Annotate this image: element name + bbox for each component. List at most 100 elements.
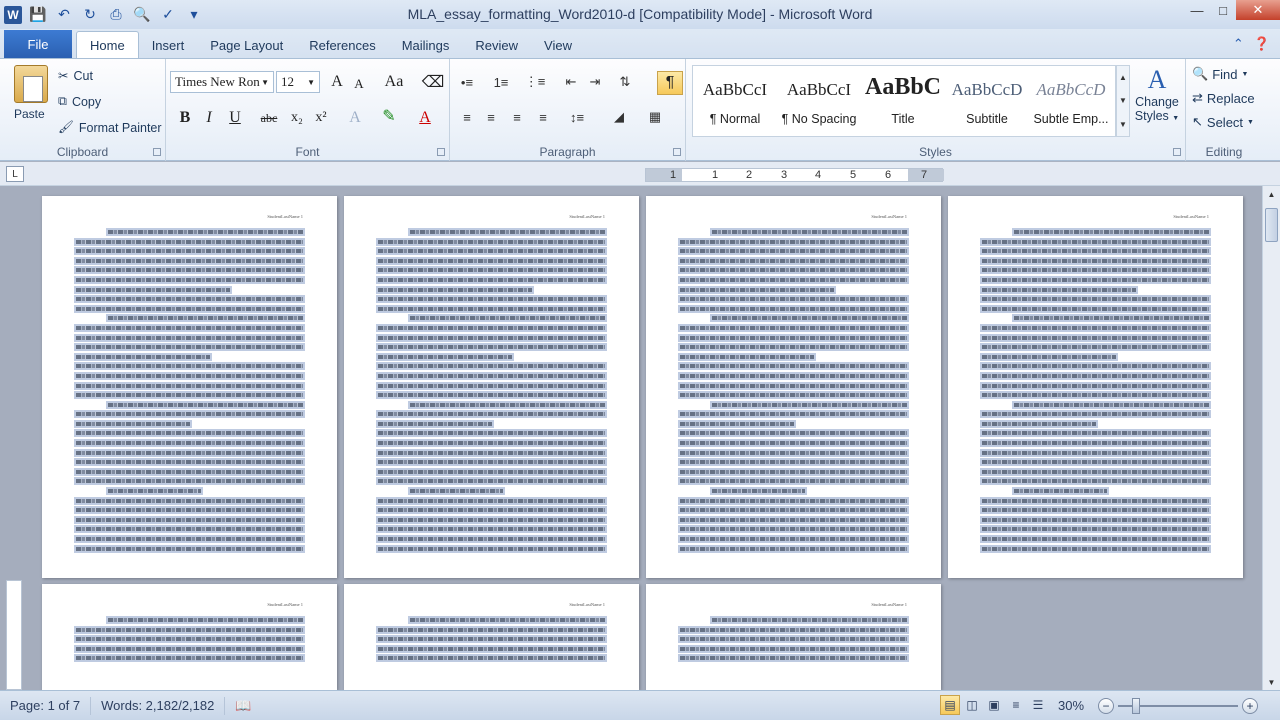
font-launcher[interactable] (437, 148, 445, 156)
chevron-down-icon[interactable]: ▼ (1119, 96, 1127, 105)
scroll-up-icon[interactable]: ▲ (1263, 186, 1280, 202)
maximize-icon[interactable]: □ (1210, 0, 1236, 20)
paste-icon[interactable] (14, 65, 48, 103)
borders-icon[interactable]: ▦ (644, 107, 666, 127)
tab-home[interactable]: Home (76, 31, 139, 59)
tab-file[interactable]: File (4, 30, 72, 59)
strikethrough-button[interactable]: abc (258, 107, 280, 129)
page-text[interactable] (982, 230, 1209, 556)
page-text[interactable] (378, 230, 605, 556)
paste-button[interactable]: Paste (14, 107, 45, 121)
numbering-icon[interactable]: 1≡ (490, 72, 512, 92)
tab-references[interactable]: References (296, 31, 388, 59)
zoom-out-icon[interactable]: − (1098, 698, 1114, 714)
line-spacing-icon[interactable]: ↕≡ (566, 107, 588, 127)
zoom-slider[interactable]: − + (1096, 696, 1260, 716)
align-right-icon[interactable]: ≡ (506, 107, 528, 127)
word-count[interactable]: Words: 2,182/2,182 (91, 696, 226, 715)
style-subtle-emphasis[interactable]: AaBbCcD Subtle Emp... (1029, 66, 1113, 136)
page-text[interactable] (76, 230, 303, 556)
show-marks-button[interactable]: ¶ (657, 71, 683, 95)
page-text[interactable] (680, 618, 907, 666)
vertical-ruler[interactable] (6, 580, 22, 690)
page-4[interactable]: StudentLastName 1 (948, 196, 1243, 578)
zoom-thumb[interactable] (1132, 698, 1140, 714)
page-text[interactable] (378, 618, 605, 666)
shading-icon[interactable]: ◢ (608, 107, 630, 127)
styles-scroll[interactable]: ▲ ▼ ▼ (1116, 65, 1130, 137)
page-2[interactable]: StudentLastName 1 (344, 196, 639, 578)
page-count[interactable]: Page: 1 of 7 (0, 696, 92, 715)
subscript-button[interactable]: x₂ (286, 107, 308, 129)
select-button[interactable]: ↖ Select ▼ (1192, 114, 1254, 130)
web-layout-icon[interactable]: ▣ (984, 695, 1004, 715)
styles-launcher[interactable] (1173, 148, 1181, 156)
print-icon[interactable]: ⎙ (106, 5, 126, 25)
align-left-icon[interactable]: ≡ (456, 107, 478, 127)
word-app-icon[interactable]: W (4, 5, 22, 24)
font-size-dropdown[interactable]: 12 ▼ (276, 71, 320, 93)
cut-button[interactable]: ✂ Cut (58, 68, 93, 84)
paragraph-launcher[interactable] (673, 148, 681, 156)
page-6[interactable]: StudentLastName 1 (344, 584, 639, 690)
scroll-thumb[interactable] (1265, 208, 1278, 242)
close-icon[interactable]: ✕ (1236, 0, 1280, 20)
bullets-icon[interactable]: •≡ (456, 72, 478, 92)
superscript-button[interactable]: x² (310, 107, 332, 129)
replace-button[interactable]: ⇄ Replace (1192, 90, 1255, 106)
page-text[interactable] (680, 230, 907, 556)
scroll-down-icon[interactable]: ▼ (1263, 674, 1280, 690)
font-color-button[interactable]: A (414, 107, 436, 129)
font-family-dropdown[interactable]: Times New Ron ▼ (170, 71, 274, 93)
tab-review[interactable]: Review (462, 31, 531, 59)
tab-view[interactable]: View (531, 31, 585, 59)
justify-icon[interactable]: ≡ (532, 107, 554, 127)
italic-button[interactable]: I (198, 107, 220, 129)
bold-button[interactable]: B (174, 107, 196, 129)
tab-selector[interactable]: L (6, 166, 24, 182)
tab-insert[interactable]: Insert (139, 31, 198, 59)
vertical-scrollbar[interactable]: ▲ ▼ (1262, 186, 1280, 690)
decrease-indent-icon[interactable]: ⇤ (560, 72, 582, 92)
tab-mailings[interactable]: Mailings (389, 31, 463, 59)
style-normal[interactable]: AaBbCcI ¶ Normal (693, 66, 777, 136)
underline-button[interactable]: U (224, 107, 246, 129)
minimize-icon[interactable]: — (1184, 0, 1210, 20)
redo-icon[interactable]: ↻ (80, 5, 100, 25)
help-icon[interactable]: ❓ (1254, 36, 1270, 52)
sort-icon[interactable]: ⇅ (614, 72, 636, 92)
page-5[interactable]: StudentLastName 1 (42, 584, 337, 690)
style-no-spacing[interactable]: AaBbCcI ¶ No Spacing (777, 66, 861, 136)
format-painter-button[interactable]: 🖌 Format Painter (58, 120, 162, 135)
zoom-level[interactable]: 30% (1058, 698, 1084, 713)
spelling-icon[interactable]: ✓ (158, 5, 178, 25)
style-title[interactable]: AaBbC Title (861, 66, 945, 136)
change-styles-button[interactable]: A Change Styles ▼ (1131, 65, 1183, 123)
horizontal-ruler[interactable]: 1 1 2 3 4 5 6 7 (645, 168, 944, 182)
align-center-icon[interactable]: ≡ (480, 107, 502, 127)
undo-icon[interactable]: ↶ (54, 5, 74, 25)
full-screen-reading-icon[interactable]: ◫ (962, 695, 982, 715)
clear-formatting-icon[interactable]: ⌫ (422, 71, 445, 93)
proofing-icon[interactable]: 📖 (225, 697, 261, 715)
highlight-icon[interactable]: ✎ (378, 105, 400, 127)
copy-button[interactable]: ⧉ Copy (58, 94, 101, 109)
find-button[interactable]: 🔍 Find ▼ (1192, 66, 1248, 82)
draft-icon[interactable]: ☰ (1028, 695, 1048, 715)
multilevel-list-icon[interactable]: ⋮≡ (524, 72, 546, 92)
minimize-ribbon-icon[interactable]: ⌃ (1233, 36, 1244, 52)
page-text[interactable] (76, 618, 303, 666)
grow-font-button[interactable]: A (326, 71, 348, 93)
increase-indent-icon[interactable]: ⇥ (584, 72, 606, 92)
tab-page-layout[interactable]: Page Layout (197, 31, 296, 59)
style-subtitle[interactable]: AaBbCcD Subtitle (945, 66, 1029, 136)
page-1[interactable]: StudentLastName 1 (42, 196, 337, 578)
print-preview-icon[interactable]: 🔍 (132, 5, 152, 25)
text-effects-button[interactable]: A (344, 107, 366, 129)
chevron-up-icon[interactable]: ▲ (1119, 73, 1127, 82)
customize-qat-icon[interactable]: ▾ (184, 5, 204, 25)
shrink-font-button[interactable]: A (348, 73, 370, 95)
page-3[interactable]: StudentLastName 1 (646, 196, 941, 578)
more-icon[interactable]: ▼ (1119, 120, 1127, 129)
zoom-in-icon[interactable]: + (1242, 698, 1258, 714)
